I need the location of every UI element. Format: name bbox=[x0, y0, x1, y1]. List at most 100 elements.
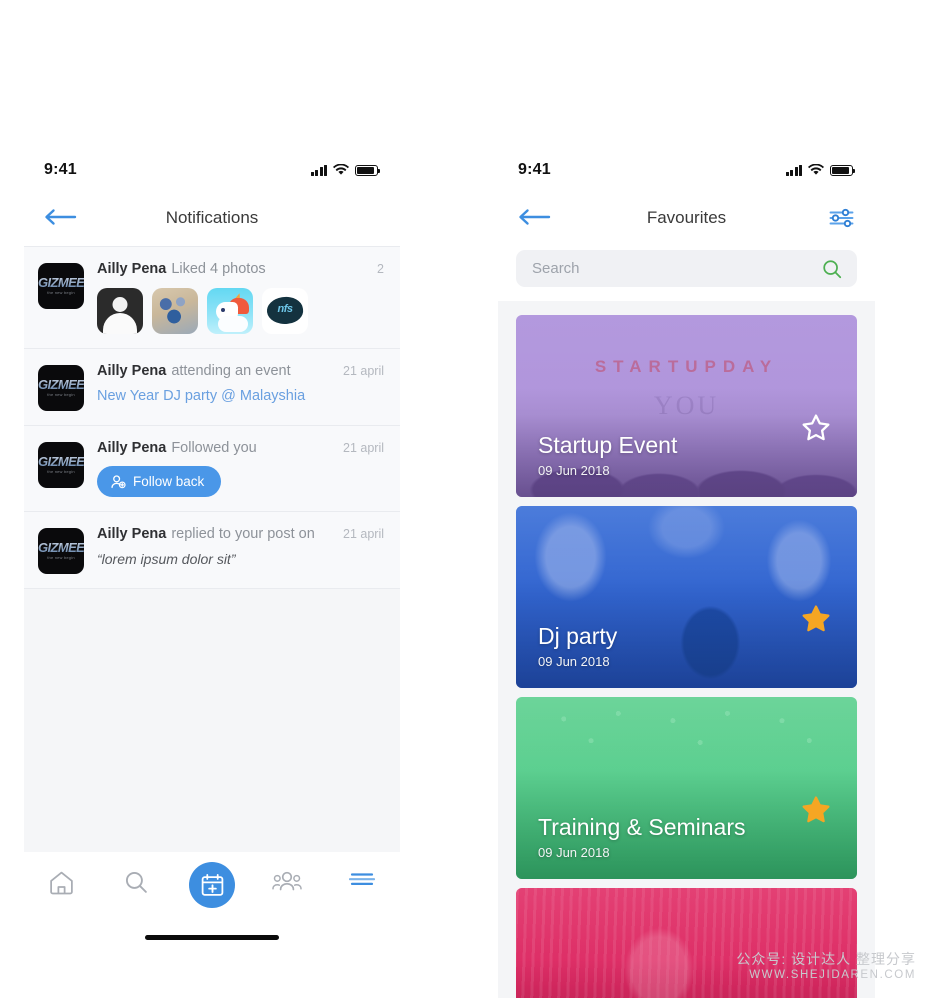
notification-headline: Ailly Pena Liked 4 photos 2 bbox=[97, 261, 384, 277]
favourites-card-list: STARTUPDAY YOU Startup Event 09 Jun 2018… bbox=[498, 301, 875, 998]
tab-add-event[interactable] bbox=[174, 862, 249, 908]
person-thumbnail[interactable] bbox=[97, 288, 143, 334]
tab-people[interactable] bbox=[250, 870, 325, 894]
notification-body: Ailly Pena Followed you 21 april Follow … bbox=[84, 440, 384, 497]
notification-row-followed-you[interactable]: GIZMEE the new begin Ailly Pena Followed… bbox=[24, 426, 400, 512]
follow-back-label: Follow back bbox=[133, 474, 205, 489]
event-card-partial[interactable] bbox=[516, 888, 857, 998]
status-bar: 9:41 bbox=[498, 150, 875, 190]
tab-search[interactable] bbox=[99, 870, 174, 895]
avatar-logo-subtext: the new begin bbox=[47, 469, 75, 474]
pony-thumbnail[interactable] bbox=[207, 288, 253, 334]
notification-body: Ailly Pena replied to your post on 21 ap… bbox=[84, 526, 384, 574]
notification-action-text: Liked 4 photos bbox=[171, 261, 266, 277]
notification-action-text: replied to your post on bbox=[171, 526, 315, 542]
notification-user-name: Ailly Pena bbox=[97, 261, 167, 277]
people-icon bbox=[272, 871, 302, 891]
avatar: GIZMEE the new begin bbox=[38, 442, 84, 488]
search-input[interactable] bbox=[530, 259, 821, 278]
avatar-logo-subtext: the new begin bbox=[47, 290, 75, 295]
star-outline-icon[interactable] bbox=[801, 413, 831, 447]
liked-photo-thumbnails: nfs bbox=[97, 288, 384, 334]
reply-quote-text: “lorem ipsum dolor sit” bbox=[97, 551, 236, 567]
event-card-startup-event[interactable]: STARTUPDAY YOU Startup Event 09 Jun 2018 bbox=[516, 315, 857, 497]
battery-icon bbox=[830, 164, 856, 176]
notification-timestamp: 21 april bbox=[343, 441, 384, 455]
event-card-training-seminars[interactable]: Training & Seminars 09 Jun 2018 bbox=[516, 697, 857, 879]
menu-icon bbox=[349, 873, 376, 885]
nfs-thumbnail[interactable]: nfs bbox=[262, 288, 308, 334]
search-icon bbox=[126, 871, 148, 893]
notification-row-attending-event[interactable]: GIZMEE the new begin Ailly Pena attendin… bbox=[24, 349, 400, 426]
status-bar: 9:41 bbox=[24, 150, 400, 190]
search-bar[interactable] bbox=[516, 250, 857, 287]
notification-user-name: Ailly Pena bbox=[97, 526, 167, 542]
search-section bbox=[498, 246, 875, 301]
event-card-dj-party[interactable]: Dj party 09 Jun 2018 bbox=[516, 506, 857, 688]
tab-menu[interactable] bbox=[325, 870, 400, 888]
notifications-screen: 9:41 Notifications GIZMEE the new begin bbox=[24, 150, 400, 950]
wifi-icon bbox=[333, 164, 349, 175]
star-filled-icon[interactable] bbox=[801, 604, 831, 638]
card-overlay bbox=[516, 888, 857, 998]
avatar-logo-text: GIZMEE bbox=[38, 540, 84, 555]
card-title: Training & Seminars bbox=[538, 813, 746, 840]
avatar: GIZMEE the new begin bbox=[38, 263, 84, 309]
event-link[interactable]: New Year DJ party @ Malayshia bbox=[97, 388, 384, 404]
card-date: 09 Jun 2018 bbox=[538, 463, 610, 478]
card-title: Startup Event bbox=[538, 431, 678, 458]
notification-user-name: Ailly Pena bbox=[97, 440, 167, 456]
notification-action-text: Followed you bbox=[171, 440, 257, 456]
page-title: Notifications bbox=[165, 208, 259, 227]
notification-timestamp: 21 april bbox=[343, 527, 384, 541]
add-event-fab[interactable] bbox=[189, 862, 235, 908]
wifi-icon bbox=[808, 164, 824, 175]
abstract-thumbnail[interactable] bbox=[152, 288, 198, 334]
notification-row-replied-post[interactable]: GIZMEE the new begin Ailly Pena replied … bbox=[24, 512, 400, 589]
card-title: Dj party bbox=[538, 622, 618, 649]
favourites-screen: 9:41 Favourites Search Startup Event 09 … bbox=[498, 150, 875, 998]
person-add-icon bbox=[111, 474, 126, 488]
notification-headline: Ailly Pena attending an event 21 april bbox=[97, 363, 384, 379]
tab-home[interactable] bbox=[24, 870, 99, 896]
star-filled-icon[interactable] bbox=[801, 795, 831, 829]
avatar-logo-text: GIZMEE bbox=[38, 377, 84, 392]
notification-body: Ailly Pena attending an event 21 april N… bbox=[84, 363, 384, 411]
card-date: 09 Jun 2018 bbox=[538, 654, 610, 669]
notification-timestamp: 21 april bbox=[343, 364, 384, 378]
nav-bar: Favourites bbox=[498, 190, 875, 246]
avatar-logo-text: GIZMEE bbox=[38, 454, 84, 469]
card-text-block: Dj party 09 Jun 2018 bbox=[538, 623, 617, 669]
notifications-list: GIZMEE the new begin Ailly Pena Liked 4 … bbox=[24, 246, 400, 950]
status-bar-time: 9:41 bbox=[44, 161, 77, 178]
home-icon bbox=[50, 871, 73, 895]
avatar: GIZMEE the new begin bbox=[38, 365, 84, 411]
home-indicator bbox=[145, 935, 279, 940]
follow-back-button[interactable]: Follow back bbox=[97, 466, 222, 497]
status-bar-icons bbox=[310, 164, 381, 176]
notification-headline: Ailly Pena replied to your post on 21 ap… bbox=[97, 526, 384, 542]
card-text-block: Training & Seminars 09 Jun 2018 bbox=[538, 814, 746, 860]
search-icon[interactable] bbox=[821, 258, 843, 280]
battery-icon bbox=[355, 164, 381, 176]
nav-bar: Notifications bbox=[24, 190, 400, 246]
notification-headline: Ailly Pena Followed you 21 april bbox=[97, 440, 384, 456]
avatar: GIZMEE the new begin bbox=[38, 528, 84, 574]
page-title: Favourites bbox=[646, 208, 727, 227]
signal-bars-icon bbox=[310, 164, 327, 176]
avatar-logo-subtext: the new begin bbox=[47, 555, 75, 560]
status-bar-time: 9:41 bbox=[518, 161, 551, 178]
notification-row-liked-photos[interactable]: GIZMEE the new begin Ailly Pena Liked 4 … bbox=[24, 246, 400, 349]
back-arrow-icon[interactable] bbox=[44, 208, 78, 228]
status-bar-icons bbox=[785, 164, 856, 176]
filter-sliders-icon[interactable] bbox=[828, 207, 855, 229]
signal-bars-icon bbox=[785, 164, 802, 176]
notification-user-name: Ailly Pena bbox=[97, 363, 167, 379]
avatar-logo-text: GIZMEE bbox=[38, 275, 84, 290]
notification-action-text: attending an event bbox=[171, 363, 291, 379]
card-date: 09 Jun 2018 bbox=[538, 845, 610, 860]
back-arrow-icon[interactable] bbox=[518, 208, 552, 228]
notification-count: 2 bbox=[377, 262, 384, 276]
card-text-block: Startup Event 09 Jun 2018 bbox=[538, 432, 677, 478]
avatar-logo-subtext: the new begin bbox=[47, 392, 75, 397]
